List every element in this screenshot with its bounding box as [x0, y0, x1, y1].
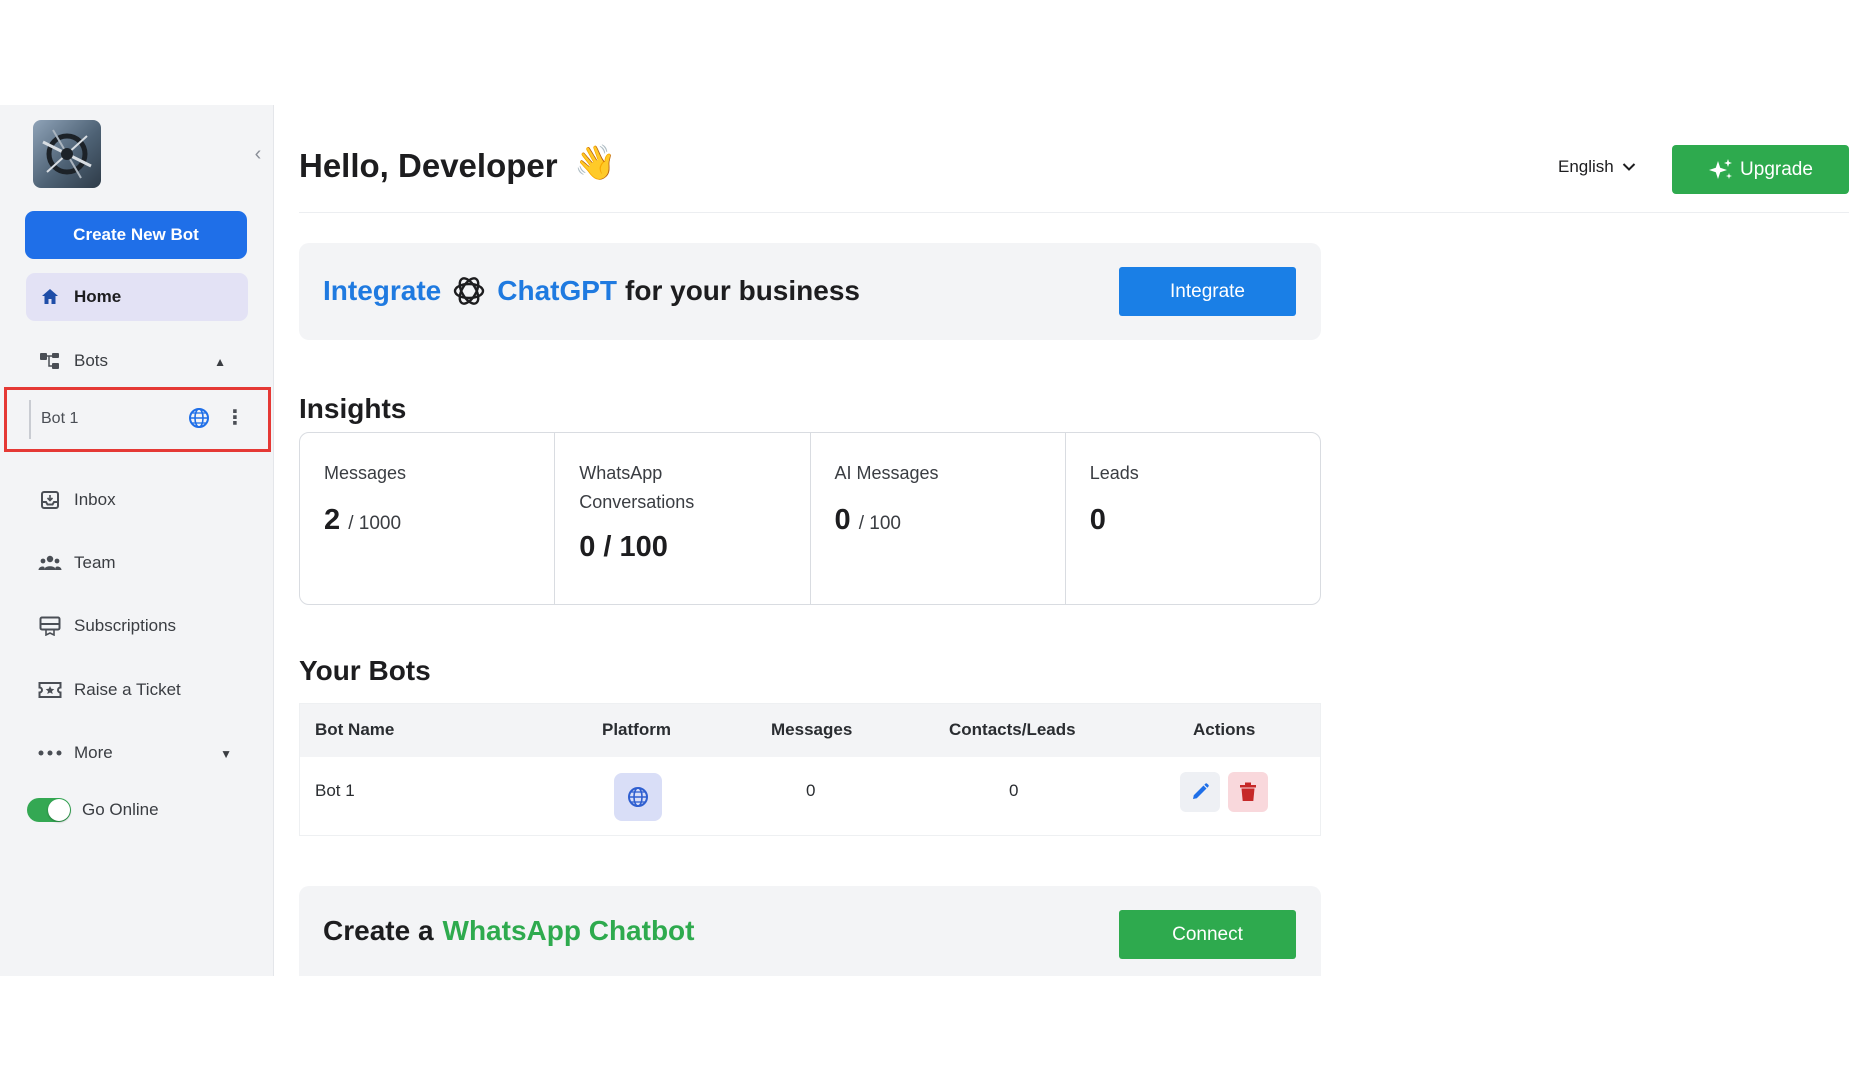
metric-label: Messages: [324, 463, 407, 483]
metric-leads: Leads 0: [1066, 433, 1320, 604]
page-title: Hello, Developer: [299, 147, 558, 184]
column-header-contacts: Contacts/Leads: [949, 720, 1076, 739]
tree-line: [29, 400, 31, 439]
header-divider: [299, 212, 1849, 213]
sidebar-item-inbox[interactable]: Inbox: [26, 476, 248, 524]
whatsapp-banner-headline: Create a WhatsApp Chatbot: [323, 915, 694, 947]
sidebar-item-raise-ticket[interactable]: Raise a Ticket: [26, 666, 248, 714]
metric-label: WhatsApp Conversations: [579, 463, 695, 512]
metric-number: 0: [834, 504, 851, 536]
bots-icon: [38, 349, 62, 373]
messages-cell: 0: [806, 781, 816, 800]
collapse-sidebar-icon[interactable]: ‹: [250, 143, 266, 165]
metric-value: 0: [1090, 504, 1320, 537]
insights-title: Insights: [299, 393, 407, 424]
whatsapp-banner-highlight: WhatsApp Chatbot: [442, 915, 695, 946]
sidebar-item-team[interactable]: Team: [26, 539, 248, 587]
upgrade-button[interactable]: Upgrade: [1672, 145, 1849, 194]
sidebar-item-more[interactable]: More ▼: [26, 729, 248, 777]
column-header-bot-name: Bot Name: [315, 720, 395, 739]
language-selector[interactable]: English: [1558, 157, 1636, 177]
caret-up-icon[interactable]: ▲: [214, 355, 226, 369]
sidebar-item-label: Subscriptions: [74, 616, 177, 635]
chatgpt-logo-icon: [454, 277, 485, 305]
metric-label: Leads: [1089, 463, 1139, 483]
sidebar-bot-entry[interactable]: Bot 1 ⋮: [4, 387, 271, 452]
sidebar-item-label: More: [74, 743, 113, 762]
metric-limit: / 100: [858, 513, 901, 534]
edit-icon[interactable]: [1180, 772, 1220, 812]
subscriptions-icon: [38, 614, 62, 638]
bots-table: Bot Name Platform Messages Contacts/Lead…: [299, 703, 1321, 836]
sidebar-item-label: Raise a Ticket: [74, 680, 181, 699]
sidebar-item-label: Team: [74, 553, 116, 572]
whatsapp-banner-prefix: Create a: [323, 915, 434, 946]
wave-emoji: 👋: [574, 144, 617, 182]
column-header-platform: Platform: [602, 720, 671, 739]
caret-down-icon[interactable]: ▼: [220, 747, 232, 761]
sidebar: ‹ Create New Bot Home Bots ▲ Bot 1 ⋮ Inb…: [0, 105, 274, 976]
metric-value: 0 / 100: [835, 504, 1065, 537]
whatsapp-chatbot-banner: Create a WhatsApp Chatbot Connect: [299, 886, 1321, 976]
metric-ai-messages: AI Messages 0 / 100: [811, 433, 1066, 604]
integrate-button[interactable]: Integrate: [1119, 267, 1296, 316]
team-icon: [38, 551, 62, 575]
go-online-toggle[interactable]: [27, 798, 71, 822]
go-online-label: Go Online: [82, 800, 159, 819]
sparkle-icon: [1709, 158, 1733, 179]
more-icon: [38, 741, 62, 765]
ticket-icon: [38, 678, 62, 702]
metric-value: 2 / 1000: [324, 504, 554, 537]
insights-card: Messages 2 / 1000 WhatsApp Conversations…: [299, 432, 1321, 605]
upgrade-label: Upgrade: [1740, 158, 1813, 180]
create-new-bot-button[interactable]: Create New Bot: [25, 211, 247, 259]
banner-word-chatgpt: ChatGPT: [497, 275, 618, 306]
trash-icon[interactable]: [1228, 772, 1268, 812]
metric-messages: Messages 2 / 1000: [300, 433, 556, 604]
metric-number: 0 / 100: [579, 531, 668, 563]
metric-number: 2: [324, 504, 341, 536]
sidebar-item-label: Inbox: [74, 490, 116, 509]
app-window: ‹ Create New Bot Home Bots ▲ Bot 1 ⋮ Inb…: [0, 105, 1866, 976]
inbox-icon: [38, 488, 62, 512]
web-platform-icon[interactable]: [614, 773, 662, 821]
chevron-down-icon: [1622, 160, 1636, 175]
contacts-cell: 0: [1009, 781, 1019, 800]
metric-number: 0: [1089, 504, 1106, 536]
sidebar-item-subscriptions[interactable]: Subscriptions: [26, 602, 248, 650]
banner-word-business: for your business: [625, 275, 860, 306]
metric-whatsapp-conversations: WhatsApp Conversations 0 / 100: [555, 433, 811, 604]
banner-word-integrate: Integrate: [323, 275, 442, 306]
sidebar-item-home[interactable]: Home: [26, 273, 248, 321]
column-header-messages: Messages: [771, 720, 853, 739]
sidebar-item-label: Home: [74, 287, 122, 306]
metric-value: 0 / 100: [579, 531, 809, 564]
integrate-chatgpt-banner: Integrate ChatGPT for your business Inte…: [299, 243, 1321, 340]
connect-button[interactable]: Connect: [1119, 910, 1296, 959]
language-label: English: [1558, 157, 1614, 176]
metric-label: AI Messages: [834, 463, 939, 483]
home-icon: [38, 285, 62, 309]
metric-limit: / 1000: [348, 513, 402, 534]
app-logo[interactable]: [33, 120, 101, 188]
kebab-menu-icon[interactable]: ⋮: [225, 404, 245, 432]
globe-icon[interactable]: [187, 406, 211, 430]
bot-name-cell: Bot 1: [315, 781, 355, 800]
sidebar-item-bots[interactable]: Bots ▲: [26, 337, 248, 385]
your-bots-title: Your Bots: [299, 655, 431, 686]
banner-headline: Integrate ChatGPT for your business: [323, 271, 860, 311]
bot-entry-label: Bot 1: [41, 410, 79, 427]
sidebar-item-label: Bots: [74, 351, 109, 370]
column-header-actions: Actions: [1193, 720, 1256, 739]
table-header: Bot Name Platform Messages Contacts/Lead…: [300, 704, 1320, 757]
